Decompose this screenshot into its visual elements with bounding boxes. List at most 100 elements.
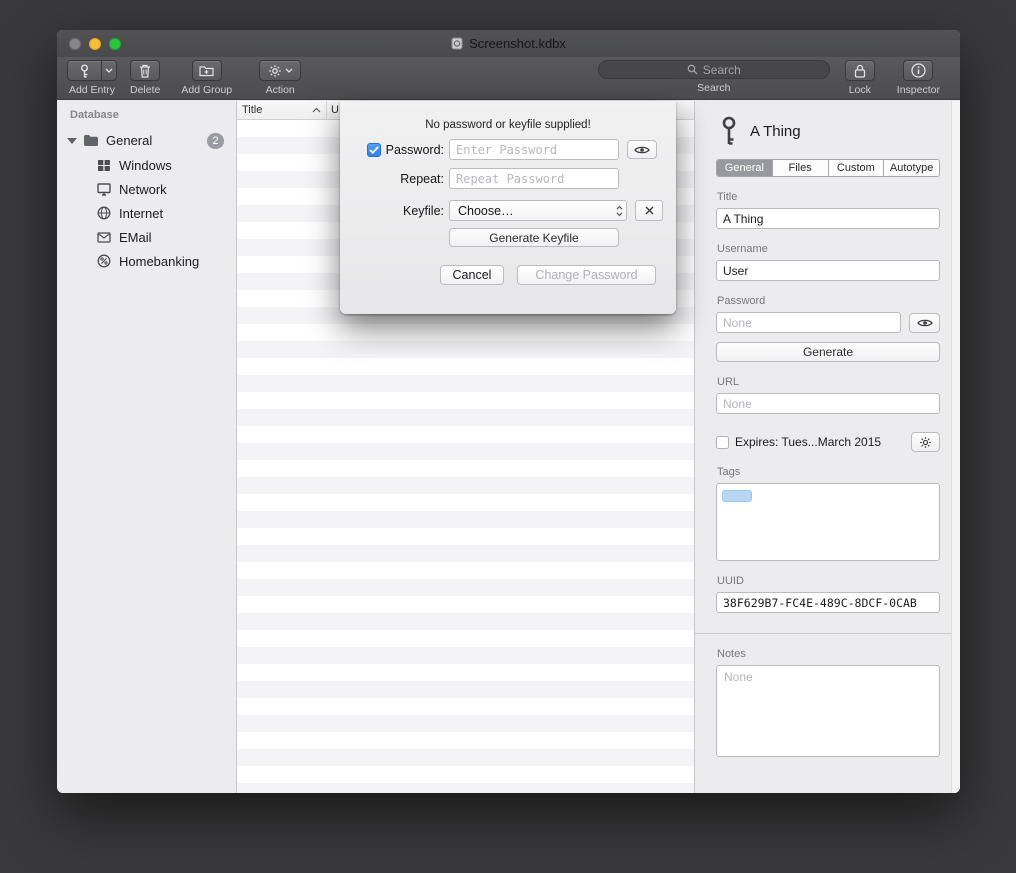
add-group-label: Add Group	[181, 84, 232, 96]
entry-title: A Thing	[750, 123, 801, 140]
notes-field[interactable]: None	[716, 665, 940, 757]
inspector-tabs: General Files Custom Autotype	[716, 159, 940, 177]
expires-label: Expires: Tues...March 2015	[735, 435, 905, 449]
tag-token[interactable]	[722, 490, 752, 502]
tab-custom[interactable]: Custom	[829, 160, 885, 176]
entry-key-icon	[720, 116, 738, 146]
sidebar-item-network[interactable]: Network	[57, 177, 236, 201]
expires-checkbox[interactable]	[716, 436, 729, 449]
minimize-button[interactable]	[89, 38, 101, 50]
title-bar[interactable]: Screenshot.kdbx	[57, 30, 960, 57]
document-proxy-icon	[451, 37, 463, 50]
cancel-button[interactable]: Cancel	[440, 265, 504, 285]
sidebar-item-email[interactable]: EMail	[57, 225, 236, 249]
sidebar-item-label: EMail	[119, 230, 152, 245]
sidebar-item-label: Network	[119, 182, 167, 197]
sidebar-item-homebanking[interactable]: Homebanking	[57, 249, 236, 273]
action-button[interactable]	[259, 60, 301, 81]
popup-stepper-icon	[616, 205, 623, 217]
change-password-button[interactable]: Change Password	[517, 265, 656, 285]
dialog-password-label: Password:	[386, 143, 444, 157]
close-button[interactable]	[69, 38, 81, 50]
folder-icon	[83, 134, 99, 147]
search-input[interactable]: Search	[598, 60, 830, 79]
window-title: Screenshot.kdbx	[469, 36, 566, 51]
traffic-lights	[69, 38, 121, 50]
entry-count-badge: 2	[207, 133, 224, 149]
dialog-repeat-input[interactable]	[449, 168, 619, 189]
tab-autotype[interactable]: Autotype	[884, 160, 939, 176]
inspector-panel: A Thing General Files Custom Autotype Ti…	[695, 101, 960, 793]
add-group-button[interactable]	[192, 60, 222, 81]
tags-field[interactable]	[716, 483, 940, 561]
search-icon	[687, 64, 698, 75]
notes-field-label: Notes	[717, 648, 940, 660]
sidebar: Database General 2 Windows Network Inter…	[57, 101, 237, 793]
username-field[interactable]	[716, 260, 940, 281]
generate-keyfile-button[interactable]: Generate Keyfile	[449, 228, 619, 247]
lock-button[interactable]	[845, 60, 875, 81]
lock-label: Lock	[849, 84, 871, 96]
internet-icon	[97, 206, 111, 220]
search-placeholder: Search	[703, 63, 741, 77]
key-icon	[78, 64, 91, 78]
sidebar-item-label: Windows	[119, 158, 172, 173]
zoom-button[interactable]	[109, 38, 121, 50]
dialog-password-input[interactable]	[449, 139, 619, 160]
sidebar-item-internet[interactable]: Internet	[57, 201, 236, 225]
inspector-scrollbar[interactable]	[951, 101, 960, 793]
info-icon	[911, 63, 926, 78]
column-header-title[interactable]: Title	[237, 101, 327, 119]
tab-general[interactable]: General	[717, 160, 773, 176]
url-field-label: URL	[717, 376, 940, 388]
username-field-label: Username	[717, 243, 940, 255]
reveal-password-button[interactable]	[909, 313, 940, 333]
toolbar: Add Entry Delete Add Group Action Searc	[57, 57, 960, 100]
close-icon	[645, 206, 654, 215]
lock-icon	[854, 64, 866, 78]
gear-icon	[268, 64, 282, 78]
action-label: Action	[266, 84, 295, 96]
dialog-keyfile-label: Keyfile:	[403, 204, 444, 218]
dialog-message: No password or keyfile supplied!	[340, 119, 676, 131]
sort-ascending-icon	[312, 107, 321, 113]
add-folder-icon	[199, 64, 214, 77]
sidebar-item-general[interactable]: General 2	[57, 128, 236, 153]
password-field[interactable]	[716, 312, 901, 333]
tab-files[interactable]: Files	[773, 160, 829, 176]
add-entry-button[interactable]	[67, 60, 117, 81]
sidebar-item-label: Internet	[119, 206, 163, 221]
generate-password-button[interactable]: Generate	[716, 342, 940, 362]
change-password-dialog: No password or keyfile supplied! Passwor…	[340, 101, 676, 314]
dialog-reveal-password-button[interactable]	[627, 140, 657, 159]
group-label: General	[106, 133, 152, 148]
eye-icon	[917, 318, 933, 328]
delete-button[interactable]	[130, 60, 160, 81]
email-icon	[97, 232, 111, 243]
url-field[interactable]	[716, 393, 940, 414]
sidebar-item-label: Homebanking	[119, 254, 199, 269]
sidebar-section-header: Database	[57, 109, 236, 121]
gear-icon	[919, 436, 932, 449]
chevron-down-icon	[285, 68, 293, 73]
title-field[interactable]	[716, 208, 940, 229]
add-entry-label: Add Entry	[69, 84, 115, 96]
windows-icon	[97, 159, 111, 172]
network-icon	[97, 183, 111, 196]
disclosure-triangle-icon[interactable]	[67, 138, 77, 144]
chevron-down-icon	[105, 68, 113, 73]
clear-keyfile-button[interactable]	[635, 200, 663, 221]
sidebar-item-windows[interactable]: Windows	[57, 153, 236, 177]
app-window: Screenshot.kdbx Add Entry Delete	[57, 30, 960, 793]
trash-icon	[139, 64, 151, 78]
keyfile-popup-button[interactable]: Choose…	[449, 200, 627, 221]
password-field-label: Password	[717, 295, 940, 307]
eye-icon	[634, 145, 650, 155]
add-entry-dropdown[interactable]	[101, 61, 116, 80]
uuid-field[interactable]	[716, 592, 940, 613]
password-checkbox[interactable]	[367, 143, 381, 157]
expires-settings-button[interactable]	[911, 432, 940, 452]
check-icon	[369, 146, 379, 154]
search-label: Search	[697, 82, 730, 94]
inspector-button[interactable]	[903, 60, 933, 81]
